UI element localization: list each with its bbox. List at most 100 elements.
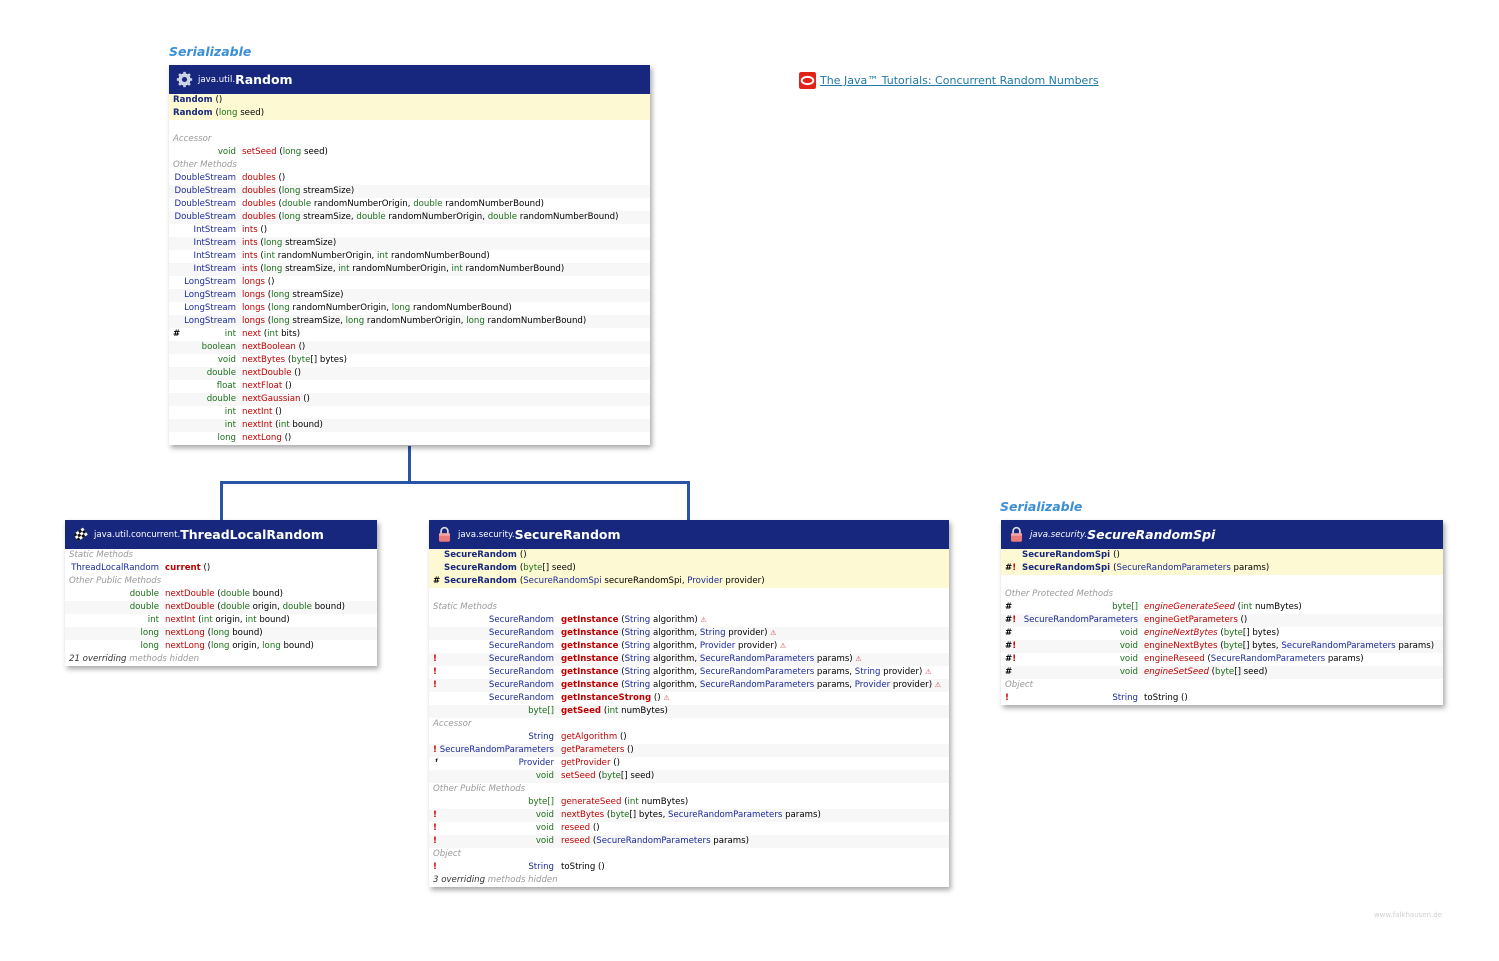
return-type: double (206, 394, 236, 404)
method-signature: nextFloat () (242, 381, 292, 391)
constructor-signature: Random (long seed) (173, 108, 265, 118)
method-signature: nextGaussian () (242, 394, 310, 404)
method-signature: nextInt () (242, 407, 282, 417)
method-row: SecureRandom getInstance (String algorith… (429, 614, 949, 627)
return-type: double (129, 589, 159, 599)
modifier-marker: ! (433, 862, 437, 872)
method-signature: engineSetSeed (byte[] seed) (1144, 667, 1268, 677)
method-row: LongStream longs (long randomNumberOrigin… (169, 302, 650, 315)
return-type: LongStream (184, 277, 236, 287)
modifier-marker: # (1005, 667, 1013, 677)
modifier-marker: ! (433, 654, 437, 664)
section-object: Object (1005, 680, 1033, 690)
modifier-marker: # (1005, 602, 1013, 612)
method-signature: getProvider () (561, 758, 620, 768)
method-row: ! void nextBytes (byte[] bytes, SecureRand… (429, 809, 949, 822)
method-row: # void engineNextBytes (byte[] bytes) (1001, 627, 1443, 640)
tutorial-link-text[interactable]: The Java™ Tutorials: Concurrent Random N… (820, 74, 1099, 87)
tutorial-link[interactable]: The Java™ Tutorials: Concurrent Random N… (799, 72, 1099, 89)
return-type: int (147, 615, 159, 625)
method-signature: reseed (SecureRandomParameters params) (561, 836, 750, 846)
method-row: #! void engineReseed (SecureRandomParamete… (1001, 653, 1443, 666)
method-list: double nextDouble (double bound) double nex… (65, 588, 377, 653)
method-signature: ints (int randomNumberOrigin, int random… (242, 251, 490, 261)
section-accessor: Accessor (433, 719, 472, 729)
method-row: ! void reseed () (429, 822, 949, 835)
class-package: java.util. (198, 74, 236, 85)
return-type: LongStream (184, 303, 236, 313)
method-row: #! void engineNextBytes (byte[] bytes, Sec… (1001, 640, 1443, 653)
method-row: ! String toString () (1001, 692, 1443, 705)
method-signature: getInstance (String algorithm, SecureRan… (561, 680, 942, 690)
method-row: boolean nextBoolean () (169, 341, 650, 354)
modifier-marker: #! (1005, 654, 1017, 664)
return-type: int (224, 407, 236, 417)
method-row: double nextDouble () (169, 367, 650, 380)
method-list: SecureRandom getInstance (String algorith… (429, 614, 949, 718)
ctor-list: SecureRandom () SecureRandom (byte[] seed… (429, 549, 949, 588)
method-signature: nextBytes (byte[] bytes, SecureRandomPar… (561, 810, 821, 820)
return-type: void (1119, 654, 1138, 664)
method-signature: nextDouble () (242, 368, 301, 378)
return-type: DoubleStream (174, 173, 236, 183)
method-row: LongStream longs (long streamSize, long r… (169, 315, 650, 328)
method-list: # byte[] engineGenerateSeed (int numBytes)… (1001, 601, 1443, 679)
method-row: ThreadLocalRandom current () (65, 562, 377, 575)
constructor-row: SecureRandomSpi () (1001, 549, 1443, 562)
return-type: SecureRandom (488, 654, 554, 664)
return-type: long (140, 641, 159, 651)
padlock-icon (1010, 526, 1023, 542)
modifier-marker: #! (1005, 563, 1017, 573)
hidden-methods-note: 21 overriding methods hidden (65, 653, 377, 666)
method-signature: nextLong () (242, 433, 292, 443)
section-other-public-methods: Other Public Methods (433, 784, 526, 794)
return-type: SecureRandom (488, 693, 554, 703)
return-type: SecureRandom (488, 615, 554, 625)
interface-label-serializable-spi: Serializable (1000, 499, 1083, 514)
section-accessor: Accessor (173, 134, 212, 144)
section-other-protected-methods: Other Protected Methods (1005, 589, 1114, 599)
method-row: IntStream ints (long streamSize) (169, 237, 650, 250)
constructor-row: Random (long seed) (169, 107, 650, 120)
class-name: ThreadLocalRandom (180, 527, 324, 542)
inheritance-line-threadlocalrandom (220, 481, 223, 520)
ctor-list: Random () Random (long seed) (169, 94, 650, 120)
section-static-methods: Static Methods (69, 550, 134, 560)
method-signature: engineReseed (SecureRandomParameters par… (1144, 654, 1364, 664)
return-type: double (129, 602, 159, 612)
method-row: ! SecureRandom getInstance (String algorit… (429, 679, 949, 692)
method-list: void setSeed (long seed) (169, 146, 650, 159)
method-row: byte[] generateSeed (int numBytes) (429, 796, 949, 809)
class-header-securerandom: java.security. SecureRandom (429, 520, 949, 549)
method-row: ! SecureRandomParameters getParameters () (429, 744, 949, 757)
modifier-marker: #! (1005, 641, 1017, 651)
class-box-random: java.util. Random Random () Random (long … (169, 65, 650, 445)
method-signature: ints () (242, 225, 268, 235)
return-type: int (224, 420, 236, 430)
modifier-marker: # (1005, 628, 1013, 638)
method-signature: doubles (double randomNumberOrigin, doub… (242, 199, 544, 209)
method-signature: engineGetParameters () (1144, 615, 1248, 625)
method-signature: next (int bits) (242, 329, 301, 339)
modifier-marker: ! (433, 810, 437, 820)
interface-label-serializable: Serializable (169, 44, 252, 59)
class-header-random: java.util. Random (169, 65, 650, 94)
modifier-marker: ! (433, 680, 437, 690)
return-type: SecureRandomParameters (439, 745, 554, 755)
class-header-securerandomspi: java.security. SecureRandomSpi (1001, 520, 1443, 549)
method-row: DoubleStream doubles () (169, 172, 650, 185)
constructor-row: SecureRandom () (429, 549, 949, 562)
return-type: DoubleStream (174, 199, 236, 209)
return-type: String (1112, 693, 1138, 703)
method-row: SecureRandom getInstanceStrong () ⚠ (429, 692, 949, 705)
method-signature: nextDouble (double origin, double bound) (165, 602, 346, 612)
method-row: ! String toString () (429, 861, 949, 874)
modifier-marker: #! (1005, 615, 1017, 625)
padlock-icon (438, 526, 451, 542)
return-type: long (140, 628, 159, 638)
class-box-threadlocalrandom: java.util.concurrent. ThreadLocalRandom … (65, 520, 377, 666)
return-type: Provider (518, 758, 554, 768)
oracle-logo-icon (799, 72, 816, 89)
return-type: void (217, 355, 236, 365)
method-row: DoubleStream doubles (long streamSize, do… (169, 211, 650, 224)
